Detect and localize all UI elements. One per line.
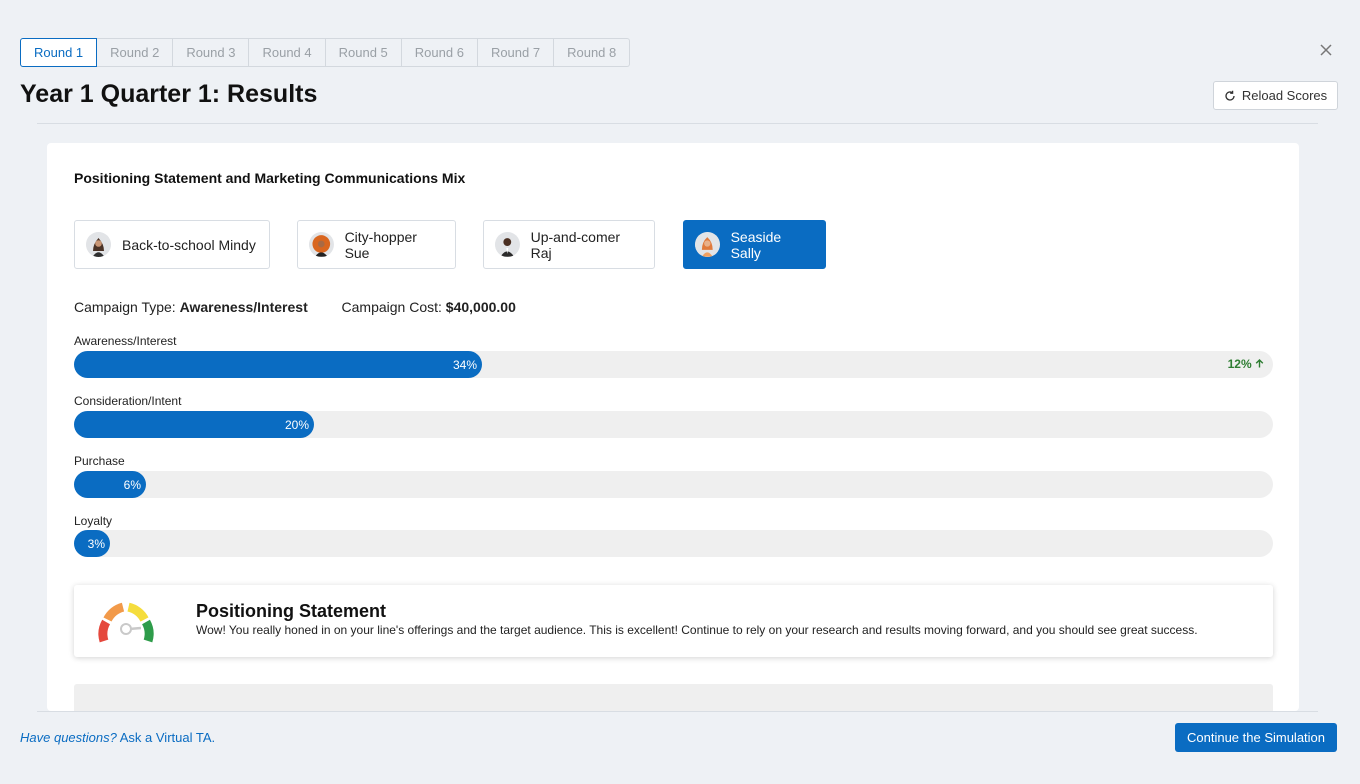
tab-round-2[interactable]: Round 2 — [97, 38, 174, 67]
progress-value: 34% — [452, 357, 477, 372]
loading-placeholder — [74, 684, 1273, 711]
close-button[interactable] — [1316, 40, 1336, 60]
avatar — [695, 232, 720, 257]
persona-label: Back-to-school Mindy — [122, 236, 256, 253]
feedback-text: Wow! You really honed in on your line's … — [196, 623, 1198, 637]
tab-round-8[interactable]: Round 8 — [554, 38, 631, 67]
avatar — [309, 232, 334, 257]
bar-label-loyalty: Loyalty — [74, 514, 113, 528]
tab-round-3[interactable]: Round 3 — [173, 38, 250, 67]
progress-fill: 6% — [74, 471, 146, 498]
divider — [37, 123, 1318, 124]
arrow-up-icon — [1255, 359, 1264, 368]
progress-bar-awareness: 34% 12% — [74, 351, 1273, 378]
campaign-cost-value: $40,000.00 — [445, 299, 516, 315]
persona-up-and-comer-raj[interactable]: Up-and-comer Raj — [483, 220, 655, 269]
persona-label: Up-and-comer Raj — [530, 228, 621, 261]
reload-scores-button[interactable]: Reload Scores — [1213, 81, 1338, 110]
close-icon — [1320, 44, 1332, 56]
avatar — [86, 232, 111, 257]
progress-bar-purchase: 6% — [74, 471, 1273, 498]
persona-label: Seaside Sally — [730, 228, 782, 261]
page-title: Year 1 Quarter 1: Results — [20, 80, 318, 108]
progress-value: 6% — [123, 477, 141, 492]
divider — [37, 711, 1318, 712]
avatar — [495, 232, 520, 257]
round-tabs: Round 1 Round 2 Round 3 Round 4 Round 5 … — [20, 38, 631, 67]
progress-fill: 34% — [74, 351, 482, 378]
feedback-title: Positioning Statement — [196, 601, 387, 621]
continue-button[interactable]: Continue the Simulation — [1175, 723, 1337, 752]
campaign-summary: Campaign Type: Awareness/Interest Campai… — [74, 299, 516, 315]
person-avatar-icon — [495, 232, 520, 257]
change-indicator: 12% — [1228, 351, 1264, 378]
progress-fill: 20% — [74, 411, 314, 438]
help-link-text: Ask a Virtual TA. — [119, 730, 216, 745]
bar-label-purchase: Purchase — [74, 454, 125, 468]
help-question: Have questions? — [20, 730, 117, 745]
bar-label-awareness: Awareness/Interest — [74, 334, 177, 348]
progress-value: 3% — [87, 536, 105, 551]
persona-back-to-school-mindy[interactable]: Back-to-school Mindy — [74, 220, 270, 269]
tab-round-6[interactable]: Round 6 — [401, 38, 478, 67]
persona-city-hopper-sue[interactable]: City-hopper Sue — [297, 220, 456, 269]
persona-seaside-sally[interactable]: Seaside Sally — [683, 220, 826, 269]
tab-round-7[interactable]: Round 7 — [477, 38, 555, 67]
tab-round-4[interactable]: Round 4 — [249, 38, 326, 67]
positioning-feedback: Positioning Statement Wow! You really ho… — [74, 585, 1273, 657]
virtual-ta-link[interactable]: Have questions? Ask a Virtual TA. — [20, 730, 215, 745]
change-value: 12% — [1227, 357, 1252, 371]
persona-label: City-hopper Sue — [344, 228, 417, 261]
progress-fill: 3% — [74, 530, 110, 557]
refresh-icon — [1225, 90, 1235, 101]
person-avatar-icon — [86, 232, 111, 257]
section-title: Positioning Statement and Marketing Comm… — [74, 170, 466, 186]
campaign-type-value: Awareness/Interest — [179, 299, 308, 315]
progress-bar-loyalty: 3% — [74, 530, 1273, 557]
campaign-cost-label: Campaign Cost: — [341, 299, 442, 315]
campaign-type-label: Campaign Type: — [74, 299, 176, 315]
person-avatar-icon — [309, 232, 334, 257]
tab-round-5[interactable]: Round 5 — [325, 38, 402, 67]
tab-round-1[interactable]: Round 1 — [20, 38, 98, 67]
progress-bar-consideration: 20% — [74, 411, 1273, 438]
progress-value: 20% — [284, 417, 309, 432]
results-card: Positioning Statement and Marketing Comm… — [47, 143, 1299, 711]
bar-label-consideration: Consideration/Intent — [74, 394, 182, 408]
person-avatar-icon — [695, 232, 720, 257]
reload-scores-label: Reload Scores — [1241, 88, 1328, 103]
gauge-icon — [98, 602, 154, 643]
